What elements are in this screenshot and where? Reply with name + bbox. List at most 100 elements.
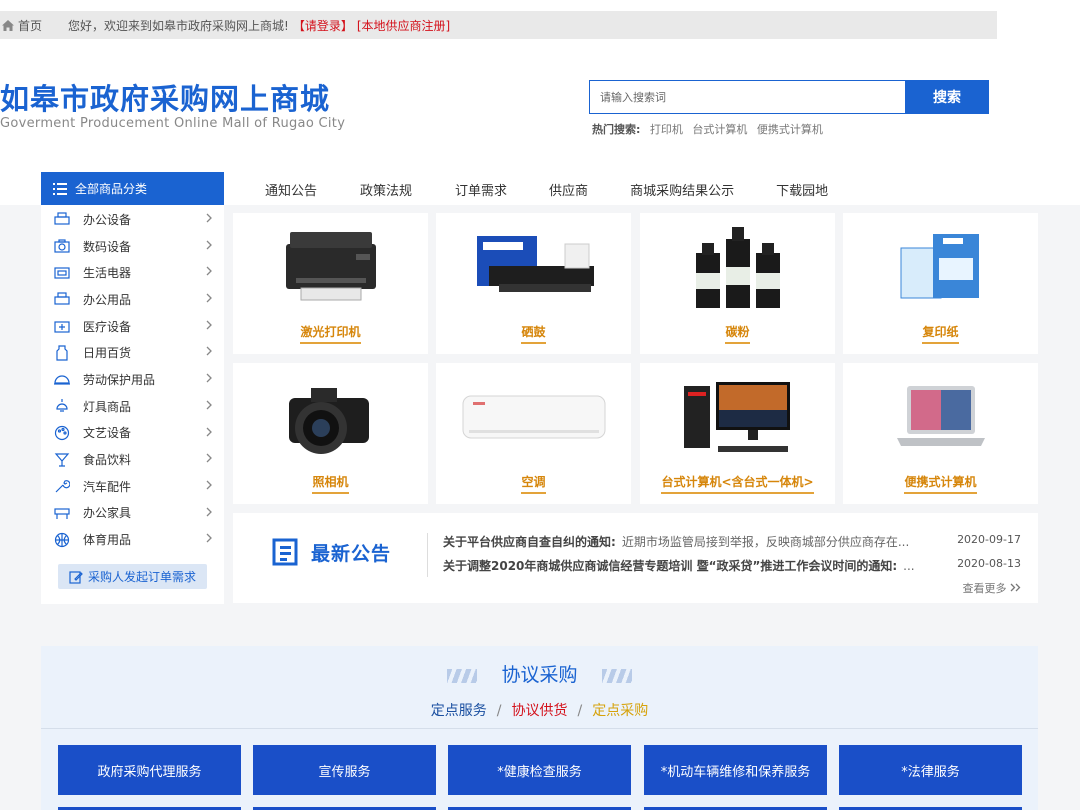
product-label[interactable]: 激光打印机	[300, 325, 361, 344]
product-card-laptop[interactable]: 便携式计算机	[843, 363, 1038, 504]
sidebar-item-label: 劳动保护用品	[83, 372, 156, 387]
product-card-toner-cartridge[interactable]: 硒鼓	[436, 213, 631, 354]
sidebar-item-office-supplies[interactable]: 办公用品	[41, 286, 224, 313]
sidebar-item-office-equipment[interactable]: 办公设备	[41, 206, 224, 233]
helmet-icon	[53, 370, 71, 388]
nav-item-results[interactable]: 商城采购结果公示	[630, 180, 734, 199]
latest-notice-panel: 最新公告 关于平台供应商自查自纠的通知: 近期市场监管局接到举报，反映商城部分供应…	[233, 513, 1038, 603]
category-sidebar: 全部商品分类 办公设备 数码设备 生活电器 办公用品 医疗设备 日用百货 劳动保…	[41, 172, 224, 604]
chevron-right-icon	[206, 293, 212, 303]
sidebar-item-arts[interactable]: 文艺设备	[41, 420, 224, 447]
service-button-vehicle-maintenance[interactable]: *机动车辆维修和保养服务	[644, 745, 827, 795]
all-categories-header[interactable]: 全部商品分类	[41, 172, 224, 205]
sidebar-item-lighting[interactable]: 灯具商品	[41, 393, 224, 420]
login-link[interactable]: 【请登录】	[293, 17, 353, 34]
sidebar-item-digital[interactable]: 数码设备	[41, 233, 224, 260]
hot-keyword[interactable]: 打印机	[650, 123, 683, 136]
sidebar-item-labor-protection[interactable]: 劳动保护用品	[41, 366, 224, 393]
nav-item-notices[interactable]: 通知公告	[265, 180, 317, 199]
create-order-request-button[interactable]: 采购人发起订单需求	[58, 564, 207, 589]
site-title[interactable]: 如皋市政府采购网上商城	[0, 76, 330, 118]
sidebar-item-daily-goods[interactable]: 日用百货	[41, 339, 224, 366]
hot-keyword[interactable]: 便携式计算机	[757, 123, 823, 136]
double-chevron-right-icon	[1010, 583, 1021, 592]
register-link[interactable]: [本地供应商注册]	[357, 17, 450, 34]
nav-item-suppliers[interactable]: 供应商	[549, 180, 588, 199]
notice-title[interactable]: 关于平台供应商自查自纠的通知:	[443, 535, 616, 549]
sidebar-item-label: 体育用品	[83, 533, 132, 548]
sidebar-item-label: 办公设备	[83, 212, 132, 227]
home-icon	[2, 19, 14, 31]
service-button-legal[interactable]: *法律服务	[839, 745, 1022, 795]
chevron-right-icon	[206, 480, 212, 490]
notice-icon	[272, 538, 298, 566]
notice-date: 2020-09-17	[957, 533, 1021, 546]
product-card-laser-printer[interactable]: 激光打印机	[233, 213, 428, 354]
search-bar: 搜索	[589, 80, 989, 114]
tab-agreement-supply[interactable]: 协议供货	[512, 703, 568, 719]
agreement-title: 协议采购	[41, 660, 1038, 687]
copy-paper-image	[843, 213, 1038, 323]
welcome-text: 您好，欢迎来到如皋市政府采购网上商城!	[68, 18, 289, 33]
nav-item-policies[interactable]: 政策法规	[360, 180, 412, 199]
nav-item-orders[interactable]: 订单需求	[455, 180, 507, 199]
chevron-right-icon	[206, 453, 212, 463]
sidebar-item-furniture[interactable]: 办公家具	[41, 500, 224, 527]
sidebar-item-label: 文艺设备	[83, 426, 132, 441]
product-card-desktop[interactable]: 台式计算机<含台式一体机>	[640, 363, 835, 504]
product-label[interactable]: 便携式计算机	[904, 475, 977, 494]
tab-separator: /	[496, 703, 502, 719]
edit-icon	[69, 570, 83, 584]
wrench-icon	[53, 477, 71, 495]
laser-printer-image	[233, 213, 428, 323]
chevron-right-icon	[206, 373, 212, 383]
air-conditioner-image	[436, 363, 631, 473]
product-label[interactable]: 硒鼓	[521, 325, 546, 344]
sidebar-item-sports[interactable]: 体育用品	[41, 526, 224, 553]
sidebar-item-auto-parts[interactable]: 汽车配件	[41, 473, 224, 500]
search-button[interactable]: 搜索	[905, 80, 989, 114]
printer-icon	[53, 210, 71, 228]
sidebar-item-medical[interactable]: 医疗设备	[41, 313, 224, 340]
sidebar-item-label: 数码设备	[83, 239, 132, 254]
notice-title[interactable]: 关于调整2020年商城供应商诚信经营专题培训 暨“政采贷”推进工作会议时间的通知…	[443, 559, 897, 573]
service-button-publicity[interactable]: 宣传服务	[253, 745, 436, 795]
sidebar-item-food[interactable]: 食品饮料	[41, 446, 224, 473]
product-card-toner[interactable]: 碳粉	[640, 213, 835, 354]
notice-row[interactable]: 关于调整2020年商城供应商诚信经营专题培训 暨“政采贷”推进工作会议时间的通知…	[443, 557, 1033, 574]
chevron-right-icon	[206, 240, 212, 250]
product-label[interactable]: 台式计算机<含台式一体机>	[661, 475, 814, 494]
search-input[interactable]	[589, 80, 905, 114]
product-card-copy-paper[interactable]: 复印纸	[843, 213, 1038, 354]
product-label[interactable]: 照相机	[312, 475, 349, 494]
sidebar-item-label: 日用百货	[83, 346, 132, 361]
hot-keyword[interactable]: 台式计算机	[692, 123, 747, 136]
service-button-health-check[interactable]: *健康检查服务	[448, 745, 631, 795]
chevron-right-icon	[206, 266, 212, 276]
agreement-tabs: 定点服务 / 协议供货 / 定点采购	[41, 700, 1038, 720]
ball-icon	[53, 531, 71, 549]
top-bar: 首页 您好，欢迎来到如皋市政府采购网上商城! 【请登录】 [本地供应商注册]	[0, 11, 997, 39]
section-divider	[41, 728, 1038, 729]
main-nav: 通知公告 政策法规 订单需求 供应商 商城采购结果公示 下载园地	[224, 172, 828, 206]
sidebar-item-appliances[interactable]: 生活电器	[41, 259, 224, 286]
home-label[interactable]: 首页	[18, 17, 42, 34]
product-card-air-conditioner[interactable]: 空调	[436, 363, 631, 504]
notice-row[interactable]: 关于平台供应商自查自纠的通知: 近期市场监管局接到举报，反映商城部分供应商存在..…	[443, 533, 1033, 550]
sidebar-item-label: 办公用品	[83, 292, 132, 307]
product-card-camera[interactable]: 照相机	[233, 363, 428, 504]
product-label[interactable]: 碳粉	[725, 325, 750, 344]
all-categories-label: 全部商品分类	[75, 182, 148, 196]
tab-separator: /	[577, 703, 583, 719]
notice-brand-label: 最新公告	[311, 542, 392, 565]
nav-item-downloads[interactable]: 下载园地	[776, 180, 828, 199]
product-label[interactable]: 复印纸	[922, 325, 959, 344]
product-label[interactable]: 空调	[521, 475, 546, 494]
sidebar-item-label: 食品饮料	[83, 453, 132, 468]
view-more-link[interactable]: 查看更多	[963, 580, 1023, 596]
camera-image	[233, 363, 428, 473]
tab-designated-service[interactable]: 定点服务	[431, 703, 487, 719]
tab-designated-purchase[interactable]: 定点采购	[592, 703, 648, 719]
service-button-procurement-agency[interactable]: 政府采购代理服务	[58, 745, 241, 795]
home-link[interactable]: 首页	[2, 17, 42, 34]
